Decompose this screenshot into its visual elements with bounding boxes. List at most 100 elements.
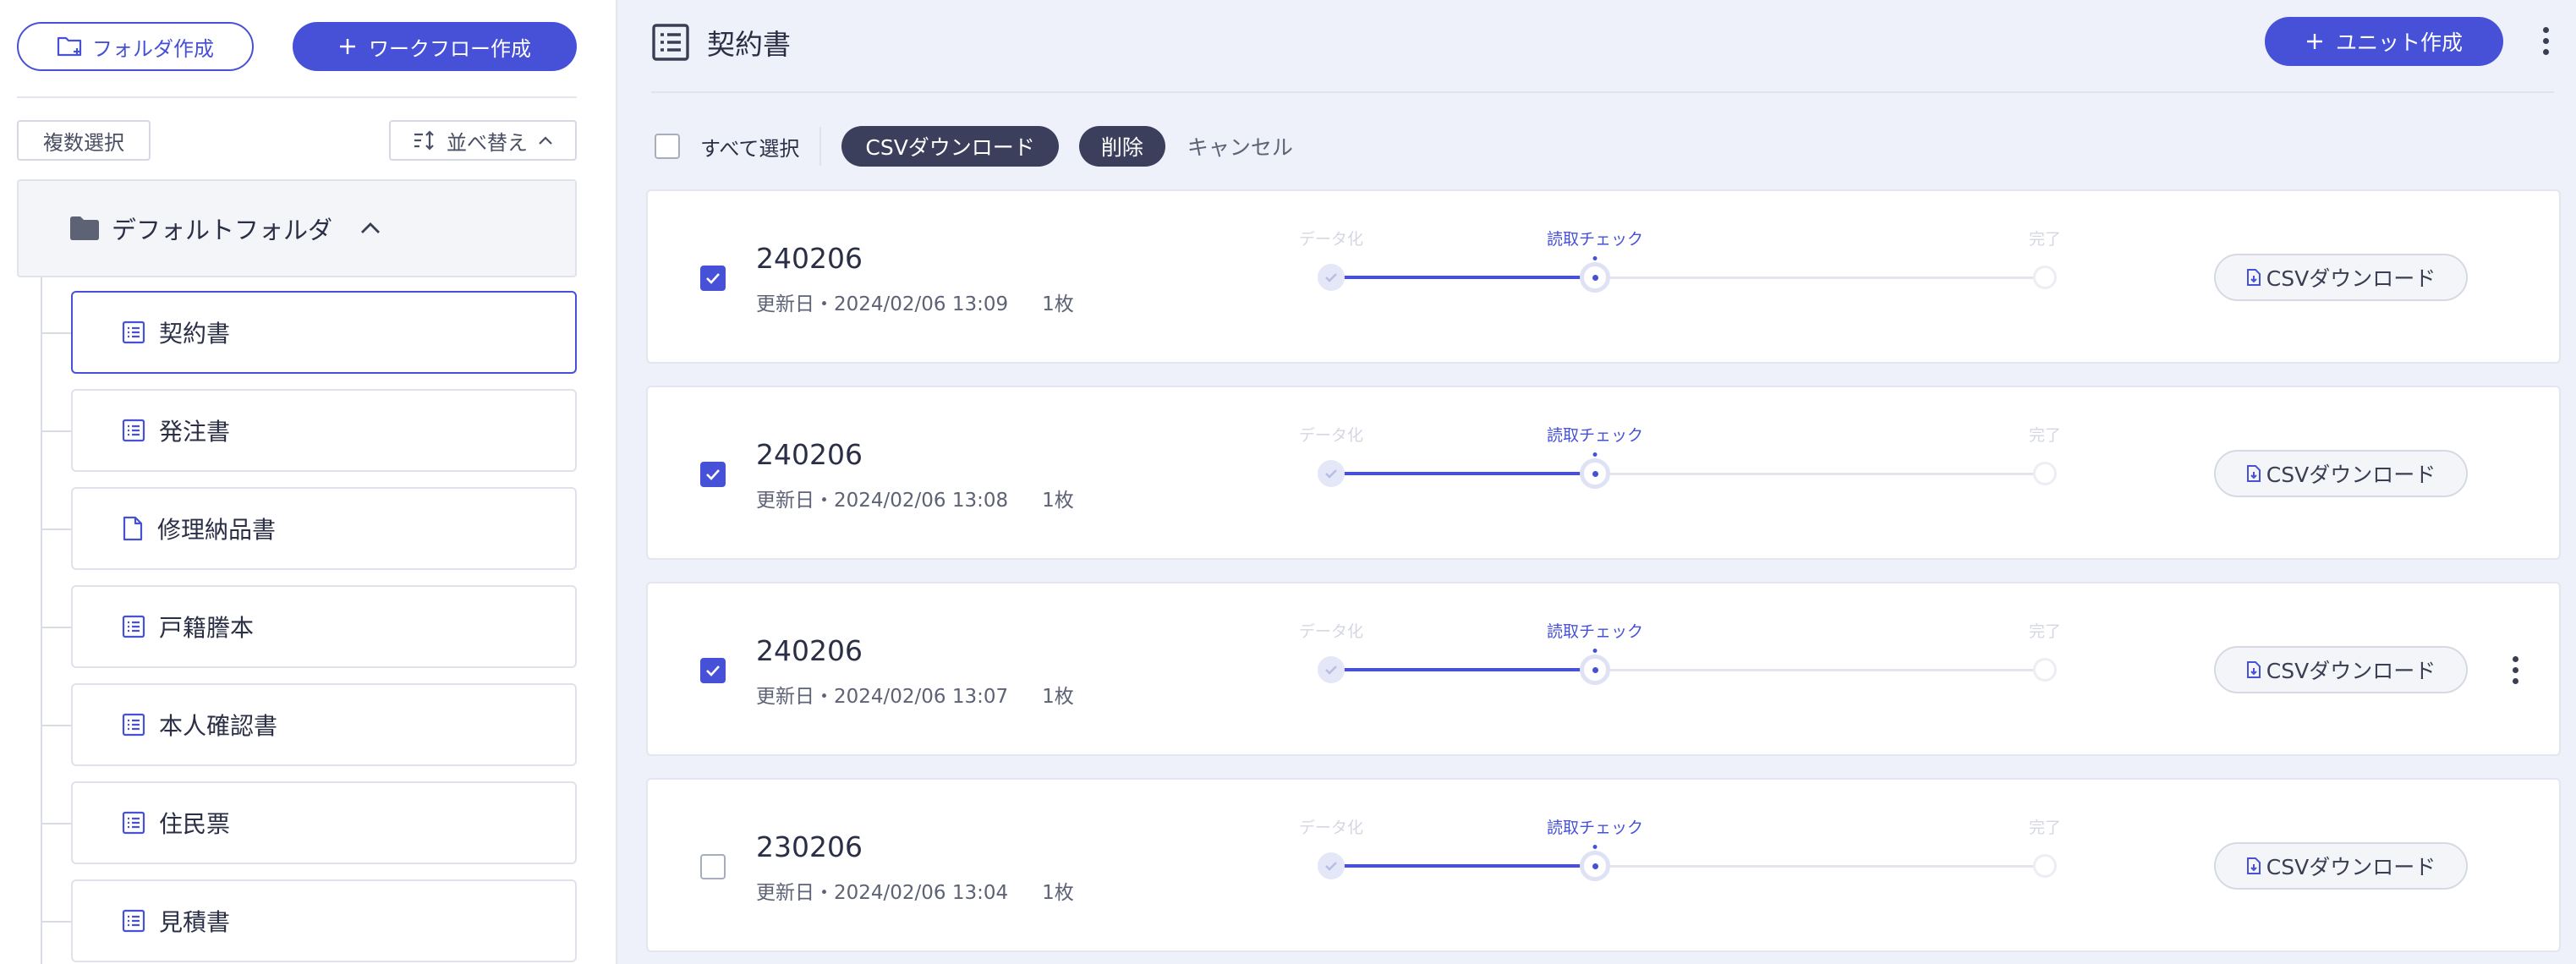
row-pages: 1枚	[1042, 490, 1074, 512]
plus-icon	[2305, 32, 2324, 51]
step-label-check: 読取チェック	[1546, 622, 1644, 641]
progress-track-remaining	[1595, 669, 2045, 671]
page-title-text: 契約書	[707, 28, 791, 61]
step-label-check: 読取チェック	[1546, 230, 1644, 249]
sidebar-item-contract[interactable]: 契約書	[42, 291, 577, 374]
sidebar-item-label: 本人確認書	[159, 712, 278, 740]
step-label-done: 完了	[2028, 622, 2062, 641]
row-name: 240206	[756, 438, 863, 471]
sidebar-item-identity-doc[interactable]: 本人確認書	[42, 683, 577, 766]
row-updated: 更新日・2024/02/06 13:04	[756, 882, 1009, 904]
row-updated: 更新日・2024/02/06 13:08	[756, 490, 1009, 512]
cancel-button[interactable]: キャンセル	[1187, 131, 1293, 162]
create-workflow-button[interactable]: ワークフロー作成	[293, 22, 577, 71]
sidebar-item-repair-delivery[interactable]: 修理納品書	[42, 487, 577, 570]
sort-icon	[413, 129, 436, 151]
step-pending-icon	[2033, 266, 2057, 289]
row-more-menu-icon[interactable]	[2505, 649, 2525, 690]
toolbar-divider	[819, 127, 822, 166]
chevron-up-icon[interactable]	[359, 222, 381, 235]
step-label-check: 読取チェック	[1546, 819, 1644, 837]
list-icon	[122, 909, 145, 933]
list-icon	[122, 811, 145, 835]
sidebar-item-label: 契約書	[159, 320, 231, 348]
row-meta: 更新日・2024/02/06 13:08 1枚	[756, 484, 1074, 512]
row-csv-download-label: CSVダウンロード	[2266, 266, 2436, 291]
step-label-check: 読取チェック	[1546, 426, 1644, 445]
row-meta: 更新日・2024/02/06 13:09 1枚	[756, 288, 1074, 316]
sidebar-divider	[17, 96, 577, 98]
row-updated: 更新日・2024/02/06 13:09	[756, 293, 1009, 315]
unit-row[interactable]: 240206 更新日・2024/02/06 13:08 1枚 データ化 読取チェ…	[646, 386, 2561, 560]
create-folder-label: フォルダ作成	[92, 36, 214, 61]
folder-plus-icon	[57, 35, 84, 58]
unit-row[interactable]: 240206 更新日・2024/02/06 13:09 1枚 データ化 読取チェ…	[646, 189, 2561, 364]
row-name: 240206	[756, 634, 863, 667]
sidebar-item-label: 戸籍謄本	[159, 614, 255, 642]
row-csv-download-button[interactable]: CSVダウンロード	[2214, 646, 2468, 693]
row-checkbox[interactable]	[700, 266, 726, 291]
sidebar-item-label: 修理納品書	[157, 516, 277, 544]
sidebar: フォルダ作成 ワークフロー作成 複数選択 並べ替え デフォルトフォルダ 契約書 …	[0, 0, 617, 964]
folder-default[interactable]: デフォルトフォルダ	[17, 179, 577, 277]
progress-track-done	[1331, 276, 1595, 279]
bulk-delete-button[interactable]: 削除	[1078, 126, 1165, 167]
row-meta: 更新日・2024/02/06 13:04 1枚	[756, 876, 1074, 905]
row-checkbox[interactable]	[700, 854, 726, 879]
list-icon	[651, 23, 690, 62]
sidebar-item-label: 住民票	[159, 810, 231, 838]
step-current-icon	[1580, 262, 1610, 293]
row-pages: 1枚	[1042, 293, 1074, 315]
sidebar-item-family-register[interactable]: 戸籍謄本	[42, 585, 577, 668]
step-complete-icon	[1318, 656, 1345, 683]
row-pages: 1枚	[1042, 882, 1074, 904]
row-csv-download-button[interactable]: CSVダウンロード	[2214, 254, 2468, 301]
step-label-data: データ化	[1298, 819, 1364, 837]
step-current-icon	[1580, 851, 1610, 881]
row-csv-download-label: CSVダウンロード	[2266, 463, 2436, 487]
row-name: 240206	[756, 242, 863, 275]
sidebar-item-estimate[interactable]: 見積書	[42, 879, 577, 962]
select-all-label: すべて選択	[700, 136, 800, 161]
sort-button[interactable]: 並べ替え	[389, 120, 577, 161]
step-pending-icon	[2033, 462, 2057, 485]
step-label-done: 完了	[2028, 230, 2062, 249]
sidebar-item-purchase-order[interactable]: 発注書	[42, 389, 577, 472]
multi-select-button[interactable]: 複数選択	[17, 120, 151, 161]
unit-row[interactable]: 240206 更新日・2024/02/06 13:07 1枚 データ化 読取チェ…	[646, 582, 2561, 756]
row-meta: 更新日・2024/02/06 13:07 1枚	[756, 680, 1074, 709]
chevron-up-icon	[538, 135, 553, 145]
bulk-csv-download-button[interactable]: CSVダウンロード	[841, 126, 1059, 167]
create-unit-label: ユニット作成	[2335, 30, 2463, 55]
row-updated: 更新日・2024/02/06 13:07	[756, 686, 1009, 708]
plus-icon	[338, 37, 357, 56]
create-unit-button[interactable]: ユニット作成	[2265, 17, 2503, 66]
row-csv-download-button[interactable]: CSVダウンロード	[2214, 450, 2468, 497]
bulk-action-toolbar: すべて選択 CSVダウンロード 削除 キャンセル	[655, 125, 1293, 167]
select-all-checkbox[interactable]	[655, 134, 680, 159]
file-download-icon	[2246, 464, 2261, 483]
page-title: 契約書	[651, 19, 791, 66]
progress-track-remaining	[1595, 277, 2045, 279]
progress-track-done	[1331, 668, 1595, 671]
more-menu-icon[interactable]	[2535, 20, 2556, 61]
progress-track-done	[1331, 472, 1595, 475]
row-csv-download-button[interactable]: CSVダウンロード	[2214, 842, 2468, 890]
progress-track-remaining	[1595, 473, 2045, 475]
create-folder-button[interactable]: フォルダ作成	[17, 22, 254, 71]
unit-row[interactable]: 230206 更新日・2024/02/06 13:04 1枚 データ化 読取チェ…	[646, 778, 2561, 952]
tree-line	[41, 277, 42, 964]
multi-select-label: 複数選択	[43, 130, 124, 155]
row-checkbox[interactable]	[700, 658, 726, 683]
sort-label: 並べ替え	[447, 130, 528, 155]
folder-icon	[69, 216, 100, 241]
progress-track-remaining	[1595, 865, 2045, 868]
step-label-data: データ化	[1298, 426, 1364, 445]
file-download-icon	[2246, 660, 2261, 679]
header-divider	[651, 91, 2554, 93]
sidebar-item-resident-record[interactable]: 住民票	[42, 781, 577, 864]
row-checkbox[interactable]	[700, 462, 726, 487]
file-download-icon	[2246, 268, 2261, 287]
step-pending-icon	[2033, 658, 2057, 682]
progress-track-done	[1331, 864, 1595, 868]
